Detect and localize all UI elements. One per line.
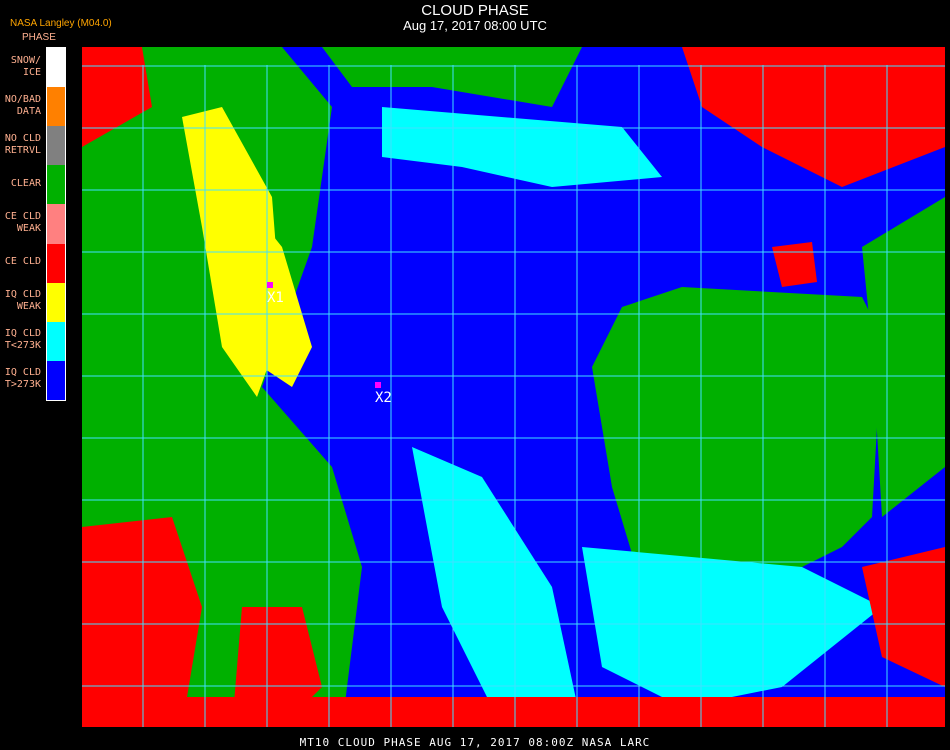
footer-caption: MT10 CLOUD PHASE AUG 17, 2017 08:00Z NAS… xyxy=(299,736,651,749)
legend-label: CLEAR xyxy=(10,177,41,189)
legend-swatch xyxy=(47,321,65,361)
ice-cloud-bottom xyxy=(82,697,945,727)
map-subtitle: Aug 17, 2017 08:00 UTC xyxy=(403,18,547,33)
phase-regions xyxy=(82,47,945,727)
legend-label: IQ CLD WEAK xyxy=(4,289,41,313)
legend-label: IQ CLD T>273K xyxy=(4,367,41,391)
marker-point xyxy=(267,282,273,288)
marker-label: X1 xyxy=(267,290,284,306)
legend-label: CE CLD xyxy=(4,256,41,268)
ice-cloud-east xyxy=(772,242,817,287)
legend-swatch xyxy=(47,243,65,283)
liquid-cold-north xyxy=(382,107,662,187)
map-title: CLOUD PHASE xyxy=(421,2,529,19)
legend-swatch xyxy=(47,87,65,127)
legend-label: IQ CLD T<273K xyxy=(4,328,41,352)
legend-swatch xyxy=(47,282,65,322)
marker-label: X2 xyxy=(375,390,392,406)
liquid-cold-southeast xyxy=(582,547,882,707)
clear-region-north xyxy=(322,47,582,107)
legend-swatch xyxy=(47,48,65,88)
legend-swatch xyxy=(47,360,65,400)
legend-label: CE CLD WEAK xyxy=(4,211,41,234)
liquid-cold-south xyxy=(412,447,582,727)
legend-label: NO CLD RETRVL xyxy=(4,132,41,156)
ice-cloud-se xyxy=(862,547,945,687)
legend-label: NO/BAD DATA xyxy=(4,93,41,117)
legend-swatch xyxy=(47,165,65,205)
map-canvas: X1 X2 xyxy=(82,47,945,727)
marker-point xyxy=(375,382,381,388)
cloud-phase-map: X1 X2 xyxy=(82,47,945,727)
legend-title: PHASE xyxy=(22,32,56,43)
legend-swatch xyxy=(47,126,65,166)
legend-swatch xyxy=(47,204,65,244)
legend-label: SNOW/ICE xyxy=(10,54,41,78)
organization-label: NASA Langley (M04.0) xyxy=(10,18,112,29)
ice-cloud-ne xyxy=(682,47,945,187)
color-legend xyxy=(46,47,66,401)
